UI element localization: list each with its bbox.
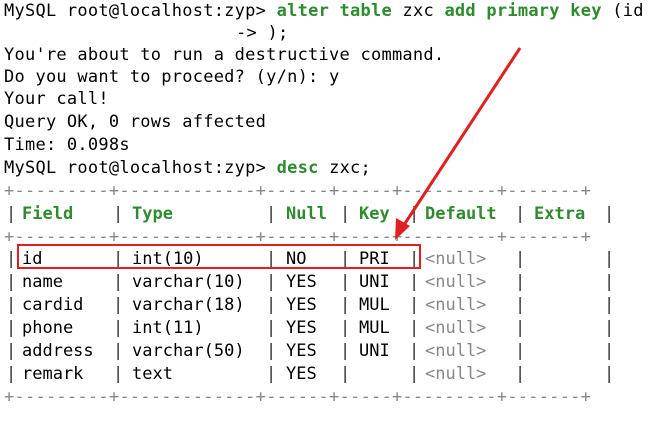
- table-border-bottom: +---------+-------------+------+-----+--…: [4, 387, 592, 407]
- table-cell-null: YES: [286, 341, 317, 361]
- table-cell-field: phone: [22, 318, 74, 338]
- column-separator: |: [6, 341, 17, 361]
- column-separator: |: [515, 318, 526, 338]
- table-cell-null: YES: [286, 295, 317, 315]
- continuation-prompt: ->: [236, 23, 257, 43]
- column-separator: |: [340, 295, 351, 315]
- column-separator: |: [266, 295, 277, 315]
- column-separator: |: [409, 295, 420, 315]
- table-cell-key: UNI: [359, 341, 390, 361]
- column-header: Null: [286, 204, 327, 224]
- table-cell-default: <null>: [425, 341, 487, 361]
- table-cell-field: name: [22, 272, 63, 292]
- terminal-line-command2: MySQL root@localhost:zyp> desc zxc;: [4, 157, 371, 179]
- column-separator: |: [340, 318, 351, 338]
- table-name: zxc;: [329, 158, 372, 178]
- column-separator: |: [409, 341, 420, 361]
- table-cell-default: <null>: [425, 364, 487, 384]
- column-header: Type: [132, 204, 173, 224]
- table-cell-key: MUL: [359, 318, 390, 338]
- column-separator: |: [113, 318, 124, 338]
- column-separator: |: [515, 341, 526, 361]
- table-cell-type: varchar(10): [132, 272, 245, 292]
- table-cell-default: <null>: [425, 295, 487, 315]
- column-separator: |: [340, 204, 351, 224]
- column-separator: |: [409, 204, 420, 224]
- column-separator: |: [604, 364, 615, 384]
- column-separator: |: [409, 272, 420, 292]
- continuation-text: );: [267, 23, 289, 43]
- column-separator: |: [6, 364, 17, 384]
- table-cell-type: int(11): [132, 318, 204, 338]
- column-separator: |: [266, 318, 277, 338]
- column-separator: |: [604, 295, 615, 315]
- table-name: zxc: [402, 1, 434, 21]
- terminal-line-confirm: Do you want to proceed? (y/n): y: [4, 67, 340, 87]
- table-cell-default: <null>: [425, 318, 487, 338]
- table-cell-field: remark: [22, 364, 84, 384]
- prompt: MySQL root@localhost:zyp>: [4, 1, 267, 21]
- table-border-top: +---------+-------------+------+-----+--…: [4, 181, 592, 201]
- terminal-line-continuation: -> );: [236, 22, 288, 44]
- column-header: Extra: [534, 204, 586, 224]
- column-separator: |: [266, 204, 277, 224]
- terminal-line-command1: MySQL root@localhost:zyp> alter table zx…: [4, 0, 644, 22]
- sql-args: (id: [612, 1, 644, 21]
- column-separator: |: [515, 204, 526, 224]
- table-cell-default: <null>: [425, 272, 487, 292]
- column-separator: |: [113, 272, 124, 292]
- table-cell-default: <null>: [425, 249, 487, 269]
- column-separator: |: [409, 318, 420, 338]
- column-separator: |: [6, 204, 17, 224]
- column-separator: |: [340, 341, 351, 361]
- column-separator: |: [515, 249, 526, 269]
- column-separator: |: [113, 295, 124, 315]
- column-separator: |: [604, 341, 615, 361]
- table-cell-key: MUL: [359, 295, 390, 315]
- column-separator: |: [515, 295, 526, 315]
- column-separator: |: [515, 364, 526, 384]
- column-separator: |: [113, 364, 124, 384]
- terminal-line-result: Query OK, 0 rows affected: [4, 112, 267, 132]
- column-separator: |: [266, 272, 277, 292]
- column-separator: |: [604, 272, 615, 292]
- column-separator: |: [6, 318, 17, 338]
- column-separator: |: [604, 318, 615, 338]
- column-separator: |: [604, 204, 615, 224]
- column-separator: |: [340, 272, 351, 292]
- terminal-line-time: Time: 0.098s: [4, 135, 130, 155]
- column-separator: |: [604, 249, 615, 269]
- terminal-line-warning: You're about to run a destructive comman…: [4, 45, 445, 65]
- table-cell-type: text: [132, 364, 173, 384]
- table-cell-null: YES: [286, 364, 317, 384]
- column-separator: |: [409, 364, 420, 384]
- column-separator: |: [266, 341, 277, 361]
- sql-keyword: alter table: [276, 1, 392, 21]
- column-separator: |: [6, 295, 17, 315]
- column-separator: |: [340, 364, 351, 384]
- column-separator: |: [6, 272, 17, 292]
- column-separator: |: [515, 272, 526, 292]
- table-cell-field: address: [22, 341, 94, 361]
- column-header: Key: [359, 204, 390, 224]
- column-separator: |: [266, 364, 277, 384]
- table-cell-type: varchar(18): [132, 295, 245, 315]
- column-header: Default: [425, 204, 497, 224]
- terminal-line-your-call: Your call!: [4, 89, 109, 109]
- column-header: Field: [22, 204, 74, 224]
- column-separator: |: [113, 204, 124, 224]
- table-cell-field: cardid: [22, 295, 84, 315]
- sql-keyword: add primary key: [444, 1, 602, 21]
- table-cell-key: UNI: [359, 272, 390, 292]
- highlight-annotation-box: [17, 244, 421, 269]
- table-cell-type: varchar(50): [132, 341, 245, 361]
- prompt: MySQL root@localhost:zyp>: [4, 158, 267, 178]
- sql-keyword: desc: [276, 158, 319, 178]
- table-cell-null: YES: [286, 318, 317, 338]
- column-separator: |: [6, 249, 17, 269]
- column-separator: |: [113, 341, 124, 361]
- table-cell-null: YES: [286, 272, 317, 292]
